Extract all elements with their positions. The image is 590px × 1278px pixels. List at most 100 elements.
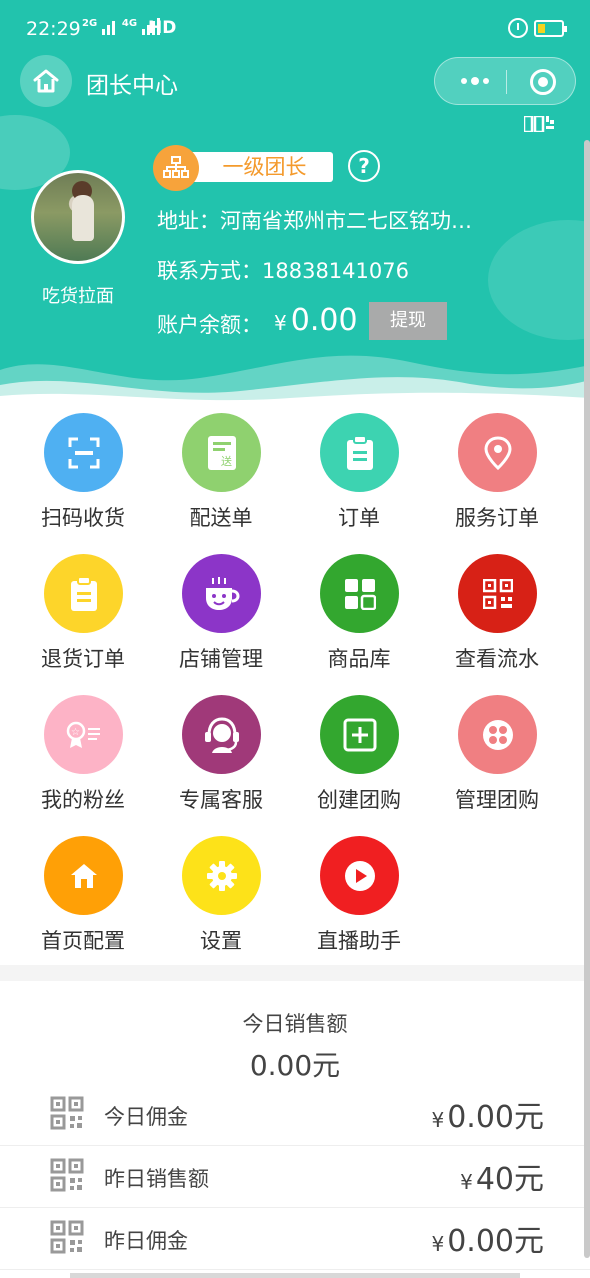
stat-amount: 0.00元 xyxy=(447,1100,544,1135)
qr-icon xyxy=(458,554,537,633)
home-button[interactable] xyxy=(20,55,72,107)
grid-item-label: 直播助手 xyxy=(317,929,401,953)
status-bar: 22:29 2G 4G HD xyxy=(0,0,590,58)
signal-4g-label: 4G xyxy=(121,18,138,29)
delivery-note-icon: 送 xyxy=(182,413,261,492)
shop-cup-icon xyxy=(182,554,261,633)
grid-item-label: 创建团购 xyxy=(317,788,401,812)
plus-box-icon xyxy=(320,695,399,774)
grid-item-flower[interactable]: 管理团购 xyxy=(427,692,567,832)
grid-item-scan[interactable]: 扫码收货 xyxy=(13,410,153,550)
header-panel: 22:29 2G 4G HD 团长中心 吃货拉面 一级团长 ? 地址：河南省郑州… xyxy=(0,0,590,410)
grid-item-clipboard[interactable]: 订单 xyxy=(289,410,429,550)
mini-program-capsule xyxy=(434,57,576,105)
stat-name: 昨日销售额 xyxy=(104,1167,209,1191)
balance-label: 账户余额： xyxy=(157,313,262,337)
scan-icon xyxy=(44,413,123,492)
grid-item-return-order[interactable]: 退货订单 xyxy=(13,551,153,691)
bottom-tab-edge xyxy=(70,1273,520,1278)
org-chart-icon xyxy=(153,145,199,191)
stat-value: ¥0.00元 xyxy=(431,1092,544,1136)
return-order-icon xyxy=(44,554,123,633)
home-icon xyxy=(33,69,59,93)
stat-row: 今日佣金 ¥0.00元 xyxy=(0,1084,590,1146)
balance-amount: 0.00 xyxy=(290,303,358,338)
currency-symbol: ¥ xyxy=(431,1232,445,1256)
headset-icon xyxy=(182,695,261,774)
page-title: 团长中心 xyxy=(86,73,178,99)
home-icon xyxy=(44,836,123,915)
stat-name: 今日佣金 xyxy=(104,1105,188,1129)
grid-item-location-pin[interactable]: 服务订单 xyxy=(427,410,567,550)
stat-row: 昨日销售额 ¥40元 xyxy=(0,1146,590,1208)
grid-item-fan-card[interactable]: ☆ 我的粉丝 xyxy=(13,692,153,832)
address-text: 地址：河南省郑州市二七区铭功… xyxy=(157,209,472,233)
stat-row: 昨日佣金 ¥0.00元 xyxy=(0,1208,590,1270)
fan-card-icon: ☆ xyxy=(44,695,123,774)
svg-text:☆: ☆ xyxy=(71,727,80,738)
balance-value: ¥0.00 xyxy=(274,303,358,338)
clipboard-icon xyxy=(320,413,399,492)
grid-item-plus-box[interactable]: 创建团购 xyxy=(289,692,429,832)
currency-symbol: ¥ xyxy=(431,1108,445,1132)
grid-item-qr[interactable]: 查看流水 xyxy=(427,551,567,691)
grid-item-label: 服务订单 xyxy=(455,506,539,530)
grid-item-settings-gear[interactable]: 设置 xyxy=(151,833,291,973)
settings-gear-icon xyxy=(182,836,261,915)
grid-item-label: 首页配置 xyxy=(41,929,125,953)
more-menu-button[interactable] xyxy=(455,70,495,92)
scrollbar[interactable] xyxy=(584,140,590,1258)
grid-item-label: 专属客服 xyxy=(179,788,263,812)
help-icon[interactable]: ? xyxy=(348,150,380,182)
stat-amount: 0.00元 xyxy=(447,1224,544,1259)
stat-name: 昨日佣金 xyxy=(104,1229,188,1253)
grid-item-shop-cup[interactable]: 店铺管理 xyxy=(151,551,291,691)
qr-code-icon xyxy=(50,1096,84,1130)
stat-value: ¥40元 xyxy=(460,1154,544,1198)
section-divider xyxy=(0,965,590,981)
withdraw-button[interactable]: 提现 xyxy=(369,302,447,340)
grid-item-label: 设置 xyxy=(200,929,242,953)
qr-code-icon[interactable] xyxy=(524,116,554,132)
grid-item-play[interactable]: 直播助手 xyxy=(289,833,429,973)
battery-icon xyxy=(534,20,567,37)
qr-code-icon xyxy=(50,1220,84,1254)
signal-2g-label: 2G xyxy=(82,18,98,29)
alarm-icon xyxy=(508,18,528,38)
stat-amount: 40元 xyxy=(475,1162,544,1197)
wave-decoration xyxy=(0,355,590,410)
location-pin-icon xyxy=(458,413,537,492)
level-badge: 一级团长 xyxy=(190,152,333,182)
svg-text:送: 送 xyxy=(221,454,232,468)
contact-text: 联系方式：18838141076 xyxy=(157,259,409,283)
grid-item-label: 查看流水 xyxy=(455,647,539,671)
today-sales-total: 0.00元 xyxy=(249,1049,341,1082)
status-time: 22:29 xyxy=(26,18,81,40)
grid-squares-icon xyxy=(320,554,399,633)
decor-bubble xyxy=(488,220,590,340)
qr-code-icon xyxy=(50,1158,84,1192)
grid-item-label: 退货订单 xyxy=(41,647,125,671)
grid-item-label: 我的粉丝 xyxy=(41,788,125,812)
grid-item-label: 商品库 xyxy=(327,647,391,671)
grid-item-delivery-note[interactable]: 送配送单 xyxy=(151,410,291,550)
grid-item-label: 管理团购 xyxy=(455,788,539,812)
currency-symbol: ¥ xyxy=(460,1170,473,1194)
signal-bars-icon xyxy=(102,19,117,35)
grid-item-headset[interactable]: 专属客服 xyxy=(151,692,291,832)
nickname: 吃货拉面 xyxy=(42,286,114,307)
grid-item-label: 配送单 xyxy=(189,506,253,530)
grid-item-label: 扫码收货 xyxy=(41,506,125,530)
currency-symbol: ¥ xyxy=(274,311,287,335)
stat-value: ¥0.00元 xyxy=(431,1216,544,1260)
grid-item-label: 订单 xyxy=(338,506,380,530)
capsule-divider xyxy=(506,70,507,94)
hd-label: HD xyxy=(148,18,177,38)
grid-item-home[interactable]: 首页配置 xyxy=(13,833,153,973)
avatar[interactable] xyxy=(31,170,125,264)
close-program-button[interactable] xyxy=(530,69,556,95)
flower-icon xyxy=(458,695,537,774)
grid-item-grid-squares[interactable]: 商品库 xyxy=(289,551,429,691)
grid-item-label: 店铺管理 xyxy=(179,647,263,671)
today-sales-title: 今日销售额 xyxy=(242,1012,348,1036)
